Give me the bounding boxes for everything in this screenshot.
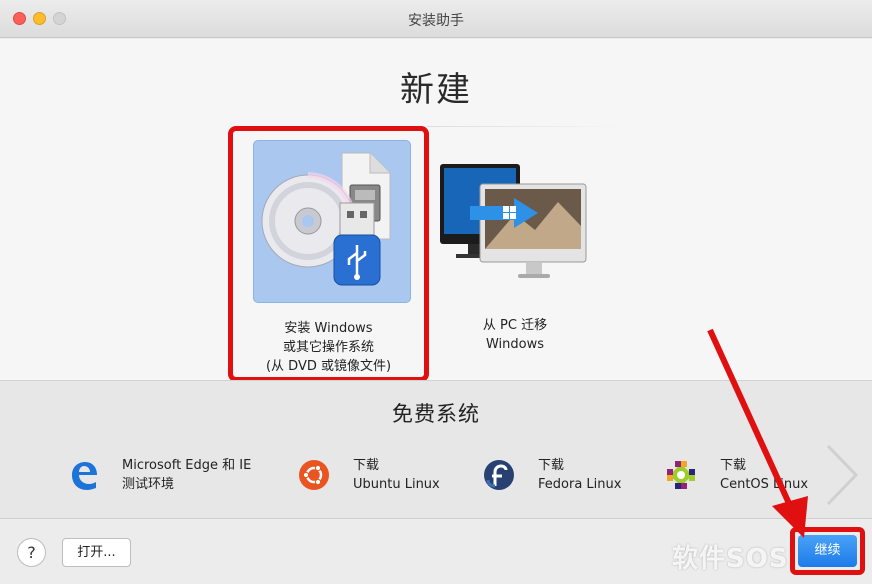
migrate-label-line2: Windows (485, 337, 545, 352)
install-label-line3: (从 DVD 或镜像文件) (265, 359, 392, 374)
page-title: 新建 (400, 70, 472, 110)
annotation-arrow-icon (707, 328, 808, 538)
install-windows-option[interactable]: 安装 Windows 或其它操作系统 (从 DVD 或镜像文件) (228, 126, 429, 382)
migrate-option-label: 从 PC 迁移 Windows (430, 316, 600, 354)
edge-ie-item[interactable]: Microsoft Edge 和 IE 测试环境 (66, 456, 276, 496)
ubuntu-line1: 下载 (353, 458, 380, 473)
divider (427, 126, 627, 127)
fedora-line2: Fedora Linux (538, 477, 622, 492)
window-title: 安装助手 (408, 13, 464, 29)
title-bar: 安装助手 (0, 0, 872, 38)
watermark: 软件SOS (672, 544, 789, 574)
fedora-icon (484, 460, 514, 490)
edge-ie-line2: 测试环境 (122, 477, 175, 492)
ubuntu-item[interactable]: 下载 Ubuntu Linux (297, 456, 457, 496)
open-button[interactable]: 打开... (62, 538, 131, 567)
install-option-label: 安装 Windows 或其它操作系统 (从 DVD 或镜像文件) (233, 319, 424, 376)
chevron-right-icon[interactable] (822, 440, 862, 510)
fedora-line1: 下载 (538, 458, 565, 473)
edge-icon (72, 462, 97, 490)
ubuntu-label: 下载 Ubuntu Linux (353, 456, 440, 494)
help-button[interactable]: ? (17, 538, 46, 567)
fedora-item[interactable]: 下载 Fedora Linux (482, 456, 642, 496)
centos-icon (667, 461, 695, 489)
install-media-icon (261, 152, 391, 286)
migrate-label-line1: 从 PC 迁移 (482, 318, 548, 333)
install-tile (253, 140, 411, 303)
ubuntu-line2: Ubuntu Linux (353, 477, 440, 492)
install-label-line2: 或其它操作系统 (282, 340, 374, 355)
fedora-label: 下载 Fedora Linux (538, 456, 621, 494)
edge-ie-label: Microsoft Edge 和 IE 测试环境 (122, 456, 251, 494)
install-label-line1: 安装 Windows (284, 321, 373, 336)
migrate-from-pc-option[interactable]: 从 PC 迁移 Windows (430, 150, 600, 360)
pc-to-mac-icon (440, 164, 587, 278)
edge-ie-line1: Microsoft Edge 和 IE (122, 458, 252, 473)
ubuntu-icon (299, 460, 329, 490)
